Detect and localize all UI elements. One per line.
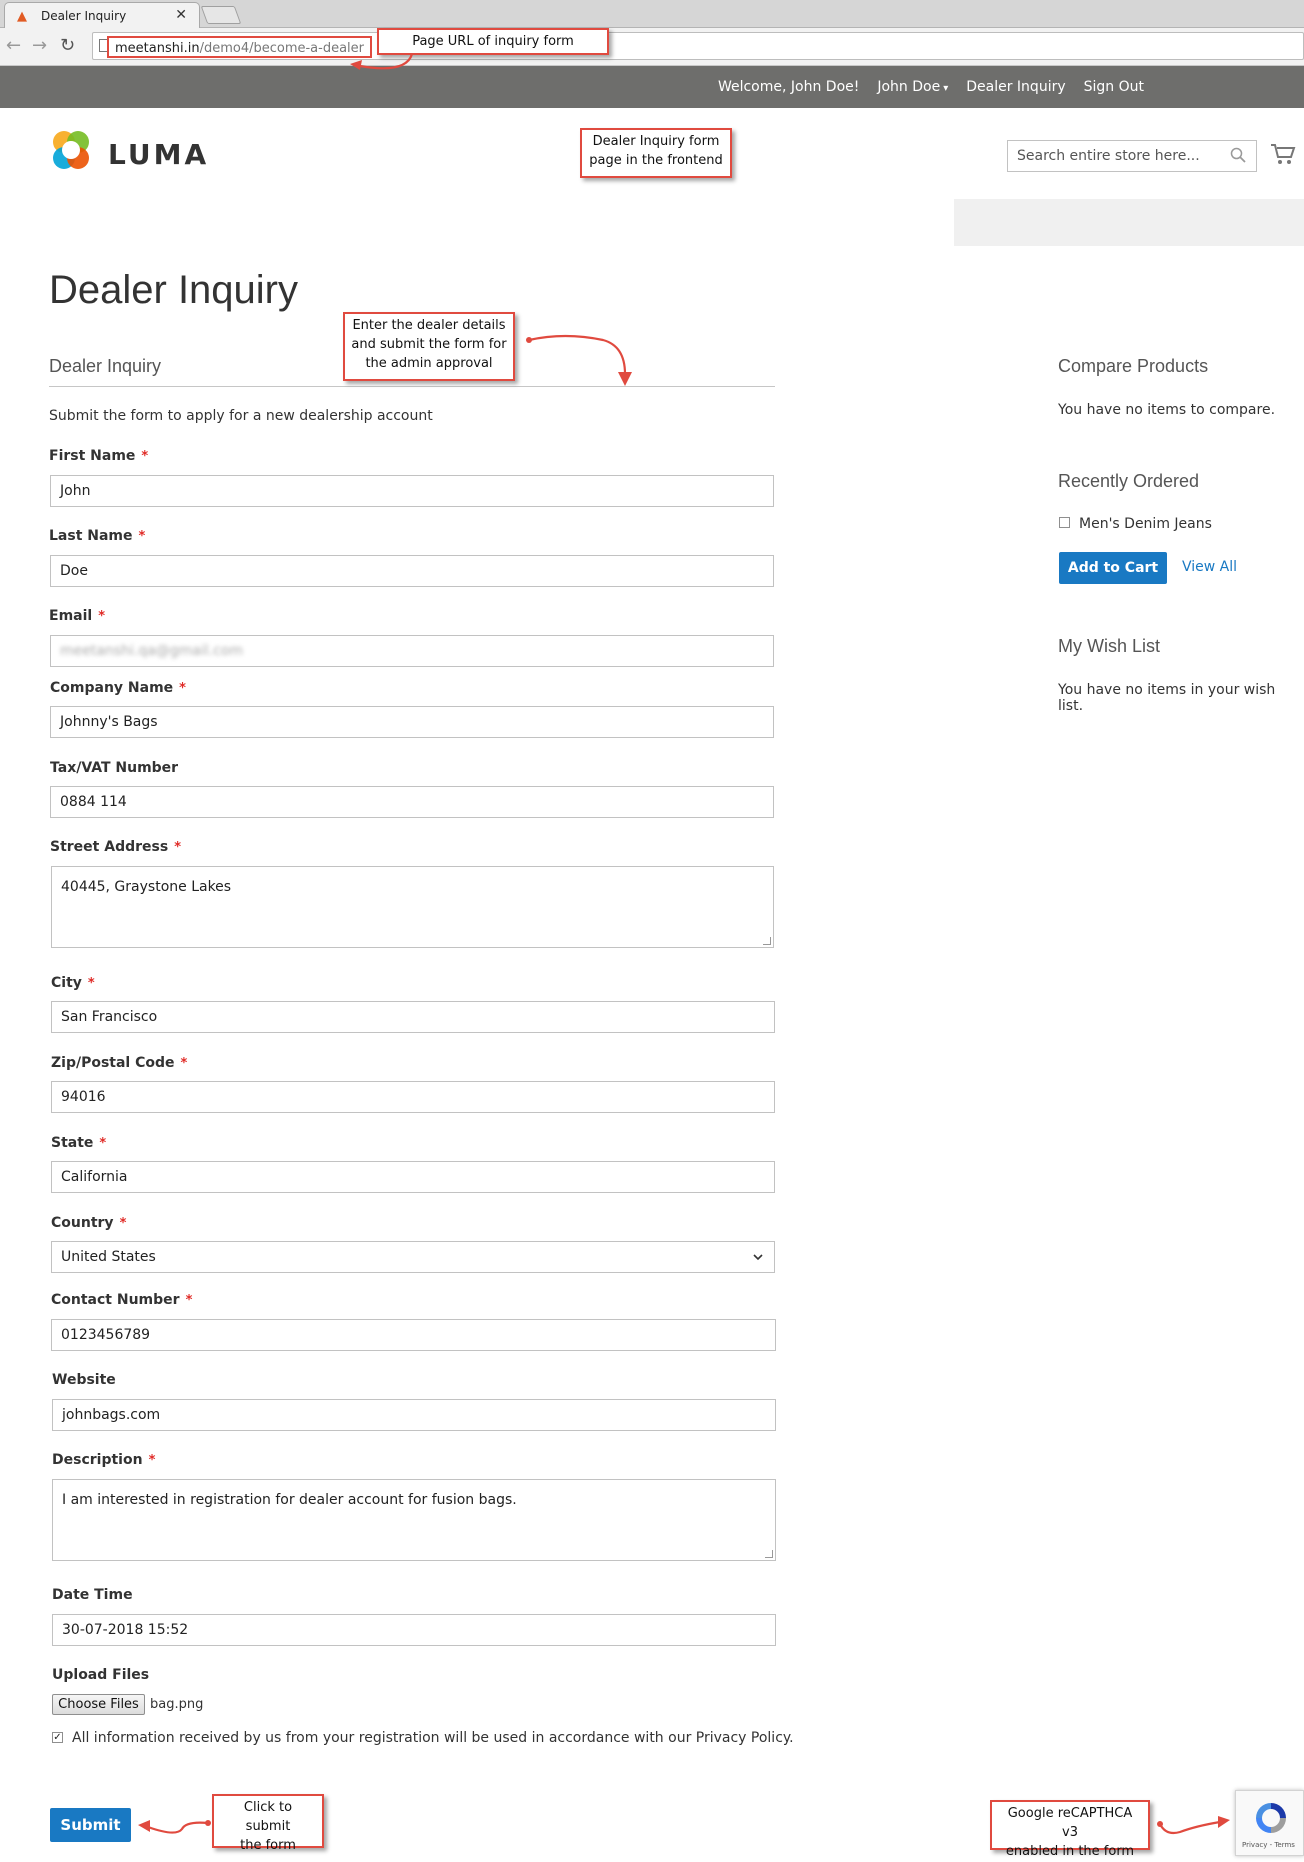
email-value: meetanshi.qa@gmail.com [60,643,244,659]
description-label: Description * [52,1452,156,1468]
last-name-input[interactable]: Doe [50,555,774,587]
magento-favicon-icon: ▲ [17,9,27,24]
legend-divider [49,386,775,387]
company-name-label: Company Name * [50,680,186,696]
compare-products-title: Compare Products [1058,356,1209,376]
search-placeholder: Search entire store here... [1017,148,1200,164]
wish-list-title: My Wish List [1058,636,1161,656]
annotation-arrow-recaptcha [1157,1816,1230,1835]
resize-handle[interactable] [765,1550,773,1558]
browser-toolbar: ← → ↻ meetanshi.in/demo4/become-a-dealer [0,28,1304,66]
description-textarea[interactable]: I am interested in registration for deal… [52,1479,776,1561]
tab-title: Dealer Inquiry [41,9,127,23]
welcome-message: Welcome, John Doe! [717,79,860,95]
annotation-arrow-submit [138,1820,211,1834]
zip-input[interactable]: 94016 [51,1081,775,1113]
sign-out-link[interactable]: Sign Out [1084,79,1144,95]
annotation-url: Page URL of inquiry form [377,28,609,55]
annotation-details-line-3: the admin approval [365,356,493,371]
add-to-cart-button[interactable]: Add to Cart [1059,552,1167,584]
header-panel: Welcome, John Doe! John Doe ▾ Dealer Inqu… [0,66,1304,108]
annotation-recaptcha: Google reCAPTHCA v3 enabled in the form [990,1800,1150,1859]
city-input[interactable]: San Francisco [51,1001,775,1033]
zip-label: Zip/Postal Code * [51,1055,188,1071]
email-input[interactable]: meetanshi.qa@gmail.com [50,635,774,667]
annotation-submit-line-2: the form [240,1838,296,1853]
city-label: City * [51,975,95,991]
annotation-recaptcha-line-2: enabled in the form [1005,1844,1135,1859]
compare-products-text: You have no items to compare. [1058,402,1276,418]
tax-vat-input[interactable]: 0884 114 [50,786,774,818]
annotation-arrow-details [526,334,632,386]
chevron-down-icon [753,1254,763,1261]
street-address-textarea[interactable]: 40445, Graystone Lakes [51,866,774,948]
last-name-label: Last Name * [49,528,146,544]
annotation-submit-line-1: Click to submit [243,1800,293,1834]
browser-tab[interactable]: ▲ Dealer Inquiry ✕ [4,2,200,29]
annotation-frontend: Dealer Inquiry form page in the frontend [580,128,732,178]
resize-handle[interactable] [763,937,771,945]
view-all-link[interactable]: View All [1182,559,1237,575]
back-arrow-icon[interactable]: ← [6,36,21,56]
close-tab-icon[interactable]: ✕ [175,7,187,23]
email-label: Email * [49,608,106,624]
choose-files-button[interactable]: Choose Files [52,1694,145,1715]
address-bar[interactable]: meetanshi.in/demo4/become-a-dealer [92,32,1304,60]
recent-item-checkbox[interactable] [1059,517,1070,528]
annotation-frontend-line-2: page in the frontend [589,153,723,168]
chevron-down-icon: ▾ [943,83,949,94]
annotation-frontend-line-1: Dealer Inquiry form [592,134,720,149]
country-select[interactable]: United States [51,1241,775,1273]
country-label: Country * [51,1215,127,1231]
upload-files-label: Upload Files [52,1667,150,1683]
cart-icon[interactable] [1270,142,1296,166]
contact-number-input[interactable]: 0123456789 [51,1319,776,1351]
recently-ordered-title: Recently Ordered [1058,471,1200,491]
annotation-submit: Click to submit the form [212,1794,324,1853]
recaptcha-links[interactable]: Privacy - Terms [1242,1841,1295,1849]
website-label: Website [52,1372,116,1388]
first-name-label: First Name * [49,448,149,464]
company-name-input[interactable]: Johnny's Bags [50,706,774,738]
website-input[interactable]: johnbags.com [52,1399,776,1431]
url-text[interactable]: meetanshi.in/demo4/become-a-dealer [107,36,373,58]
state-label: State * [51,1135,107,1151]
wish-list-text: You have no items in your wish list. [1058,682,1276,714]
country-value: United States [61,1249,156,1265]
date-time-input[interactable]: 30-07-2018 15:52 [52,1614,776,1646]
street-address-value: 40445, Graystone Lakes [61,879,232,895]
policy-text: All information received by us from your… [72,1730,794,1746]
reload-icon[interactable]: ↻ [60,36,75,56]
header-banner [954,199,1304,246]
policy-checkbox[interactable]: ✓ [52,1732,63,1743]
recaptcha-icon [1256,1803,1286,1833]
date-time-label: Date Time [52,1587,133,1603]
search-icon[interactable] [1230,147,1246,163]
selected-file-name: bag.png [150,1697,204,1712]
logo-text[interactable]: LUMA [108,138,209,171]
submit-button[interactable]: Submit [50,1808,131,1842]
new-tab-button[interactable] [200,6,242,24]
first-name-input[interactable]: John [50,475,774,507]
annotation-details-line-1: Enter the dealer details [352,318,506,333]
account-menu[interactable]: John Doe ▾ [877,79,948,95]
annotation-recaptcha-line-1: Google reCAPTHCA v3 [1007,1806,1133,1840]
contact-number-label: Contact Number * [51,1292,193,1308]
form-legend: Dealer Inquiry [49,356,162,376]
dealer-inquiry-link[interactable]: Dealer Inquiry [966,79,1065,95]
description-value: I am interested in registration for deal… [62,1492,517,1508]
annotation-details: Enter the dealer details and submit the … [343,312,515,381]
form-intro: Submit the form to apply for a new deale… [49,408,433,424]
annotation-details-line-2: and submit the form for [351,337,507,352]
browser-tab-bar: ▲ Dealer Inquiry ✕ [0,0,1304,29]
page-title: Dealer Inquiry [49,268,299,312]
search-input[interactable]: Search entire store here... [1007,140,1257,172]
recaptcha-badge[interactable]: Privacy - Terms [1235,1790,1304,1856]
forward-arrow-icon[interactable]: → [32,36,47,56]
tax-vat-label: Tax/VAT Number [50,760,179,776]
state-input[interactable]: California [51,1161,775,1193]
street-address-label: Street Address * [50,839,181,855]
recent-item-name: Men's Denim Jeans [1079,516,1212,532]
